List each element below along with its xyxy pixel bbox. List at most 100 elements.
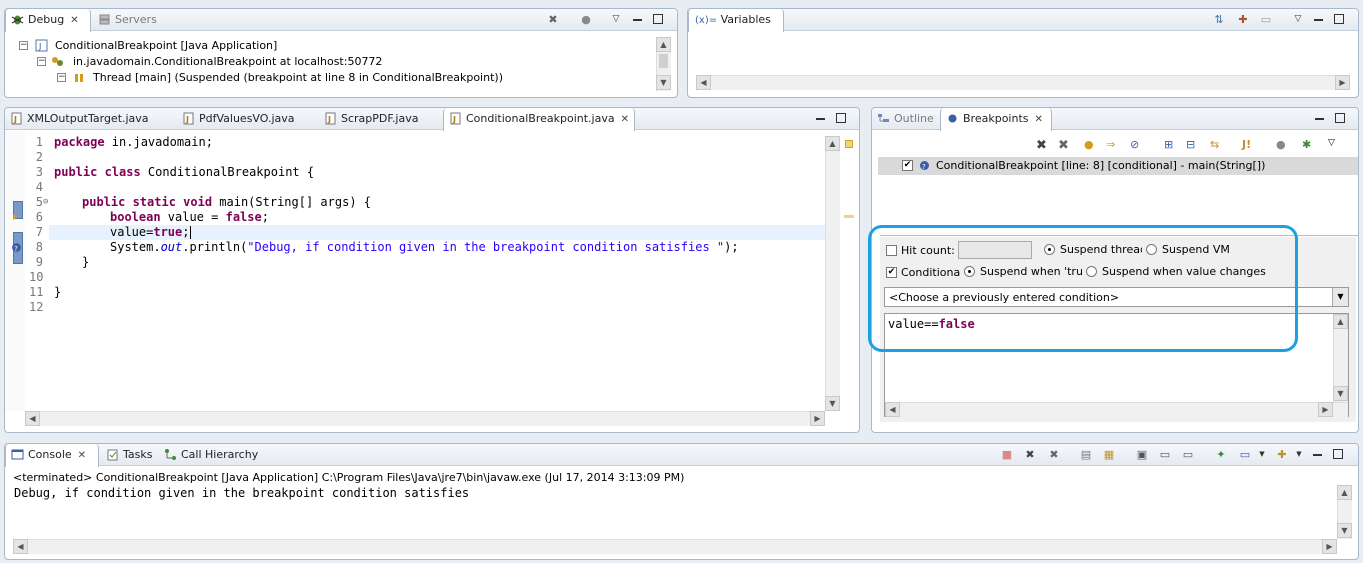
bug-icon [11, 15, 24, 25]
tab-call-hierarchy[interactable]: Call Hierarchy [159, 444, 269, 466]
scroll-up-icon[interactable]: ▲ [1333, 314, 1348, 329]
console-horizontal-scrollbar[interactable]: ◀ ▶ [13, 539, 1337, 554]
remove-all-breakpoints-icon[interactable]: ✖ [1058, 138, 1072, 153]
show-supported-icon[interactable]: ● [1084, 138, 1098, 152]
close-icon[interactable]: ✕ [70, 10, 78, 31]
chevron-down-icon[interactable]: ▼ [1332, 288, 1348, 306]
add-exception-breakpoint-icon[interactable]: J! [1242, 138, 1256, 152]
show-when-output-icon[interactable]: ▭ [1158, 448, 1172, 462]
scroll-up-icon[interactable]: ▲ [825, 136, 840, 151]
scroll-right-icon[interactable]: ▶ [1318, 402, 1333, 417]
maximize-icon[interactable] [1333, 449, 1343, 459]
text-cursor [189, 226, 191, 239]
scroll-left-icon[interactable]: ◀ [25, 411, 40, 426]
view-menu-icon[interactable]: ▽ [609, 13, 623, 27]
java-app-icon: J [35, 39, 48, 52]
variables-horizontal-scrollbar[interactable]: ◀ ▶ [696, 75, 1350, 90]
collapse-icon[interactable]: − [37, 57, 46, 66]
chevron-down-icon[interactable]: ▼ [1255, 448, 1269, 462]
breakpoint-enabled-checkbox[interactable]: ✔ [902, 160, 913, 171]
view-menu-icon[interactable]: ▽ [1291, 13, 1305, 27]
tab-console-label: Console [28, 448, 72, 461]
svg-text:?: ? [922, 163, 926, 171]
scroll-right-icon[interactable]: ▶ [810, 411, 825, 426]
scroll-right-icon[interactable]: ▶ [1335, 75, 1350, 90]
scroll-up-icon[interactable]: ▲ [1337, 485, 1352, 500]
tab-tasks[interactable]: Tasks [101, 444, 157, 466]
pin-console-icon[interactable]: ✦ [1214, 448, 1228, 462]
debug-tree-label: in.javadomain.ConditionalBreakpoint at l… [73, 55, 383, 68]
scroll-left-icon[interactable]: ◀ [13, 539, 28, 554]
debug-vertical-scrollbar[interactable]: ▲ ▼ [656, 37, 671, 91]
scroll-down-icon[interactable]: ▼ [825, 396, 840, 411]
collapse-all-icon[interactable]: ✚ [1236, 13, 1250, 27]
breakpoints-toolbar: ✖ ✖ ● ⇒ ⊘ ⊞ ⊟ ⇆ J! ● ✱ ▽ [872, 134, 1358, 156]
collapse-icon[interactable]: − [57, 73, 66, 82]
show-when-error-icon[interactable]: ▭ [1181, 448, 1195, 462]
scroll-right-icon[interactable]: ▶ [1322, 539, 1337, 554]
breakpoint-list-item[interactable]: ✔ ? ConditionalBreakpoint [line: 8] [con… [878, 157, 1358, 175]
threads-icon[interactable]: ● [1276, 138, 1290, 152]
breakpoint-label: ConditionalBreakpoint [line: 8] [conditi… [936, 159, 1266, 172]
tab-outline[interactable]: Outline [872, 108, 938, 130]
code-line-11: } [54, 285, 62, 299]
minimize-icon[interactable] [633, 19, 642, 23]
link-with-debug-icon[interactable]: ⇆ [1210, 138, 1224, 152]
maximize-icon[interactable] [653, 14, 663, 24]
chevron-down-icon[interactable]: ▼ [1292, 448, 1306, 462]
layout-icon[interactable]: ⇅ [1212, 13, 1226, 27]
remove-breakpoint-icon[interactable]: ✖ [1036, 138, 1050, 153]
console-output-area[interactable]: Debug, if condition given in the breakpo… [9, 485, 1356, 557]
editor-text-area[interactable]: 1 2 3 4 5 ⊖ 6 7 8 9 10 11 12 package in.… [5, 108, 825, 408]
view-menu-icon[interactable]: ▽ [1328, 138, 1342, 152]
minimize-icon[interactable] [1315, 118, 1324, 122]
tab-debug[interactable]: Debug ✕ [5, 9, 91, 32]
clear-console-icon[interactable]: ▤ [1079, 448, 1093, 462]
word-wrap-icon[interactable]: ▣ [1135, 448, 1149, 462]
open-console-icon[interactable]: ✚ [1275, 448, 1289, 462]
close-icon[interactable]: ✕ [1035, 109, 1043, 130]
condition-vertical-scrollbar[interactable]: ▲ ▼ [1333, 314, 1348, 402]
scroll-left-icon[interactable]: ◀ [885, 402, 900, 417]
collapse-icon[interactable]: − [19, 41, 28, 50]
editor-vertical-scrollbar[interactable]: ▲ ▼ [825, 136, 840, 411]
maximize-icon[interactable] [1335, 113, 1345, 123]
line-number: 4 [35, 180, 43, 194]
scroll-left-icon[interactable]: ◀ [696, 75, 711, 90]
collapse-all-icon[interactable]: ⊟ [1186, 138, 1200, 152]
minimize-icon[interactable] [1314, 19, 1323, 23]
tab-variables[interactable]: (x)= Variables [688, 9, 784, 32]
maximize-icon[interactable] [1334, 14, 1344, 24]
scroll-up-icon[interactable]: ▲ [656, 37, 671, 52]
display-console-icon[interactable]: ▭ [1238, 448, 1252, 462]
go-to-file-icon[interactable]: ⇒ [1106, 138, 1120, 152]
skip-all-breakpoints-icon[interactable]: ⊘ [1130, 138, 1144, 152]
close-icon[interactable]: ✕ [78, 445, 86, 466]
debug-tree-label: Thread [main] (Suspended (breakpoint at … [93, 71, 503, 84]
scroll-down-icon[interactable]: ▼ [1333, 386, 1348, 401]
remove-terminated-icon[interactable]: ✖ [546, 13, 560, 27]
breakpoint-settings-icon[interactable]: ✱ [1302, 138, 1316, 152]
console-view: Console ✕ Tasks Call Hierarchy ■ ✖ ✖ ▤ ▦ … [4, 443, 1359, 560]
terminate-icon[interactable]: ■ [1000, 448, 1014, 462]
tab-servers[interactable]: Servers [93, 9, 163, 31]
tab-breakpoints[interactable]: Breakpoints ✕ [940, 108, 1052, 131]
tab-outline-label: Outline [894, 112, 934, 125]
console-vertical-scrollbar[interactable]: ▲ ▼ [1337, 485, 1352, 539]
scroll-down-icon[interactable]: ▼ [656, 75, 671, 90]
scroll-down-icon[interactable]: ▼ [1337, 523, 1352, 538]
select-all-icon[interactable]: ▭ [1259, 13, 1273, 27]
scroll-lock-icon[interactable]: ▦ [1102, 448, 1116, 462]
remove-launch-icon[interactable]: ✖ [1023, 448, 1037, 462]
remove-all-terminated-icon[interactable]: ✖ [1047, 448, 1061, 462]
condition-horizontal-scrollbar[interactable]: ◀ ▶ [885, 402, 1348, 417]
editor-horizontal-scrollbar[interactable]: ◀ ▶ [25, 411, 825, 426]
fold-icon[interactable]: ⊖ [43, 195, 48, 210]
maximize-icon[interactable] [836, 113, 846, 123]
thread-suspended-icon [75, 74, 83, 82]
threads-icon[interactable]: ● [579, 13, 593, 27]
expand-all-icon[interactable]: ⊞ [1164, 138, 1178, 152]
minimize-icon[interactable] [1313, 454, 1322, 458]
tab-console[interactable]: Console ✕ [5, 444, 99, 467]
code-line-3: public class ConditionalBreakpoint { [54, 165, 315, 179]
